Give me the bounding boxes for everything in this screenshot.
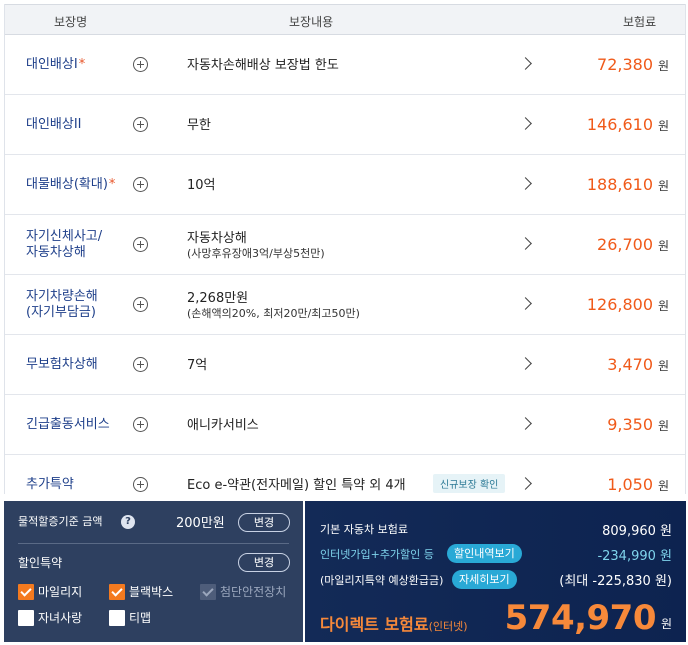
coverage-name: 대물배상(확대) * — [26, 177, 116, 192]
coverage-detail: 10억 — [187, 177, 216, 193]
premium-summary-panel: 기본 자동차 보험료 809,960 원 인터넷가입+추가할인 등 할인내역보기… — [305, 501, 686, 642]
premium-amount: 72,380 — [597, 55, 653, 74]
base-amount-label: 물적할증기준 금액 — [18, 515, 103, 528]
divider — [18, 543, 289, 544]
chevron-right-icon[interactable] — [519, 57, 532, 70]
currency-unit: 원 — [657, 479, 669, 493]
chevron-right-icon[interactable] — [519, 357, 532, 370]
help-question-icon[interactable]: ? — [121, 515, 135, 529]
coverage-name: 무보험차상해 — [26, 357, 98, 372]
premium-amount: 26,700 — [597, 235, 653, 254]
coverage-detail: Eco e-약관(전자메일) 할인 특약 외 4개 — [187, 477, 406, 493]
checkbox-tmap[interactable]: 티맵 — [109, 609, 151, 626]
coverage-name: 추가특약 — [26, 477, 74, 492]
premium-amount: 3,470 — [607, 355, 653, 374]
currency-unit: 원 — [657, 299, 669, 313]
discount-value: -234,990 원 — [597, 549, 672, 564]
chevron-right-icon[interactable] — [519, 477, 532, 490]
checkbox-unchecked-icon[interactable] — [109, 609, 125, 626]
premium-amount: 126,800 — [586, 295, 653, 314]
required-mark: * — [78, 57, 86, 72]
currency-unit: 원 — [657, 419, 669, 433]
coverage-detail: 7억 — [187, 357, 208, 373]
expand-plus-icon[interactable] — [133, 237, 148, 252]
checkbox-blackbox[interactable]: 블랙박스 — [109, 583, 173, 600]
chevron-right-icon[interactable] — [519, 417, 532, 430]
direct-premium-total: 574,970 — [504, 598, 657, 638]
coverage-row-emergency-service[interactable]: 긴급출동서비스 애니카서비스 9,350 원 — [5, 395, 685, 455]
table-header: 보장명 보장내용 보험료 — [5, 4, 685, 35]
coverage-row-bodily-injury-2[interactable]: 대인배상II 무한 146,610 원 — [5, 95, 685, 155]
currency-unit: 원 — [657, 59, 669, 73]
view-discount-details-button[interactable]: 할인내역보기 — [447, 544, 522, 563]
chevron-right-icon[interactable] — [519, 297, 532, 310]
coverage-row-own-vehicle-damage[interactable]: 자기차량손해 (자기부담금) 2,268만원 (손해액의20%, 최저20만/최고5… — [5, 275, 685, 335]
options-panel: 물적할증기준 금액 ? 200만원 변경 할인특약 변경 마일리지 블랙박스 첨… — [4, 501, 303, 642]
base-premium-label: 기본 자동차 보험료 — [320, 523, 408, 536]
coverage-row-uninsured-motorist[interactable]: 무보험차상해 7억 3,470 원 — [5, 335, 685, 395]
new-coverage-badge[interactable]: 신규보장 확인 — [433, 474, 506, 493]
change-base-amount-button[interactable]: 변경 — [238, 513, 290, 532]
coverage-name: 대인배상II — [26, 117, 82, 132]
coverage-name: 긴급출동서비스 — [26, 417, 110, 432]
checkbox-unchecked-icon[interactable] — [18, 609, 34, 626]
premium-amount: 1,050 — [607, 475, 653, 494]
change-discount-button[interactable]: 변경 — [238, 553, 290, 572]
header-coverage-detail: 보장내용 — [289, 15, 334, 29]
coverage-detail: 애니카서비스 — [187, 417, 259, 433]
coverage-row-bodily-injury-1[interactable]: 대인배상I * 자동차손해배상 보장법 한도 72,380 원 — [5, 35, 685, 95]
header-premium: 보험료 — [623, 15, 657, 29]
checkbox-mileage[interactable]: 마일리지 — [18, 583, 82, 600]
base-amount-value: 200만원 — [176, 516, 225, 531]
coverage-row-property-damage[interactable]: 대물배상(확대) * 10억 188,610 원 — [5, 155, 685, 215]
currency-unit: 원 — [657, 359, 669, 373]
coverage-row-self-injury[interactable]: 자기신체사고/자동차상해 자동차상해 (사망후유장애3억/부상5천만) 26,70… — [5, 215, 685, 275]
checkbox-child-love[interactable]: 자녀사랑 — [18, 609, 82, 626]
premium-amount: 9,350 — [607, 415, 653, 434]
chevron-right-icon[interactable] — [519, 117, 532, 130]
expand-plus-icon[interactable] — [133, 57, 148, 72]
checkbox-disabled-icon — [200, 583, 216, 600]
coverage-name: 대인배상I * — [26, 57, 86, 72]
expand-plus-icon[interactable] — [133, 417, 148, 432]
coverage-name: 자기신체사고/자동차상해 — [26, 229, 103, 260]
currency-unit: 원 — [657, 179, 669, 193]
discount-label: 인터넷가입+추가할인 등 — [320, 548, 434, 561]
checkbox-advanced-safety: 첨단안전장치 — [200, 583, 286, 600]
expand-plus-icon[interactable] — [133, 477, 148, 492]
expand-plus-icon[interactable] — [133, 357, 148, 372]
mileage-refund-value: (최대 -225,830 원) — [559, 574, 672, 589]
base-premium-value: 809,960 원 — [602, 524, 672, 539]
direct-premium-label: 다이렉트 보험료(인터넷) — [320, 615, 468, 634]
coverage-detail: 자동차상해 (사망후유장애3억/부상5천만) — [187, 230, 325, 260]
header-coverage-name: 보장명 — [54, 15, 88, 29]
coverage-detail: 무한 — [187, 117, 211, 133]
chevron-right-icon[interactable] — [519, 177, 532, 190]
view-more-button[interactable]: 자세히보기 — [452, 570, 517, 589]
checkbox-checked-icon[interactable] — [18, 583, 34, 600]
expand-plus-icon[interactable] — [133, 297, 148, 312]
coverage-detail: 2,268만원 (손해액의20%, 최저20만/최고50만) — [187, 290, 360, 320]
expand-plus-icon[interactable] — [133, 117, 148, 132]
total-currency-unit: 원 — [660, 617, 672, 631]
checkbox-checked-icon[interactable] — [109, 583, 125, 600]
currency-unit: 원 — [657, 119, 669, 133]
coverage-name: 자기차량손해 (자기부담금) — [26, 289, 98, 320]
coverage-detail: 자동차손해배상 보장법 한도 — [187, 57, 339, 73]
mileage-refund-label: (마일리지특약 예상환급금) — [320, 574, 444, 587]
required-mark: * — [108, 177, 116, 192]
premium-amount: 146,610 — [586, 115, 653, 134]
coverage-table: 보장명 보장내용 보험료 대인배상I * 자동차손해배상 보장법 한도 72,38… — [4, 4, 686, 494]
premium-amount: 188,610 — [586, 175, 653, 194]
discount-riders-title: 할인특약 — [18, 556, 63, 570]
chevron-right-icon[interactable] — [519, 237, 532, 250]
expand-plus-icon[interactable] — [133, 177, 148, 192]
coverage-row-additional-riders[interactable]: 추가특약 Eco e-약관(전자메일) 할인 특약 외 4개 신규보장 확인 1… — [5, 455, 685, 494]
currency-unit: 원 — [657, 239, 669, 253]
